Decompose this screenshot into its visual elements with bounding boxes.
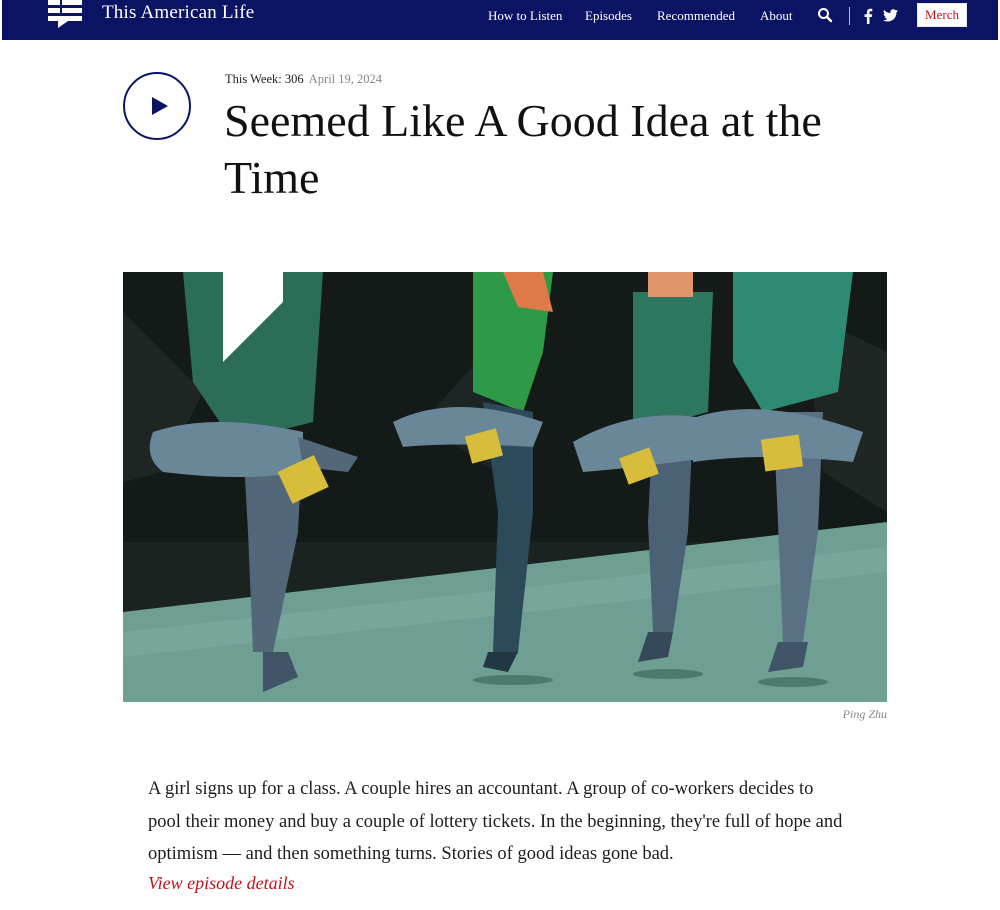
site-title[interactable]: This American Life xyxy=(102,2,254,24)
nav-recommended[interactable]: Recommended xyxy=(657,8,735,24)
merch-button[interactable]: Merch xyxy=(917,3,967,27)
logo-icon[interactable] xyxy=(46,0,86,30)
episode-number[interactable]: This Week: 306 xyxy=(225,72,304,86)
nav-episodes[interactable]: Episodes xyxy=(585,8,632,24)
play-icon xyxy=(152,97,168,115)
search-icon[interactable] xyxy=(817,7,833,23)
top-navigation-bar: This American Life How to Listen Episode… xyxy=(0,0,1000,40)
episode-meta: This Week: 306 April 19, 2024 xyxy=(225,72,382,87)
nav-about[interactable]: About xyxy=(760,8,793,24)
twitter-icon[interactable] xyxy=(883,9,898,22)
facebook-icon[interactable] xyxy=(863,8,873,24)
play-button[interactable] xyxy=(123,72,191,140)
image-credit: Ping Zhu xyxy=(842,707,887,721)
nav-how-to-listen[interactable]: How to Listen xyxy=(488,8,562,24)
episode-description: A girl signs up for a class. A couple hi… xyxy=(148,779,843,864)
nav-divider xyxy=(849,7,850,25)
episode-illustration xyxy=(123,272,887,702)
episode-date: April 19, 2024 xyxy=(308,72,383,86)
episode-title: Seemed Like A Good Idea at the Time xyxy=(224,95,822,203)
view-episode-details-link[interactable]: View episode details xyxy=(148,873,295,894)
